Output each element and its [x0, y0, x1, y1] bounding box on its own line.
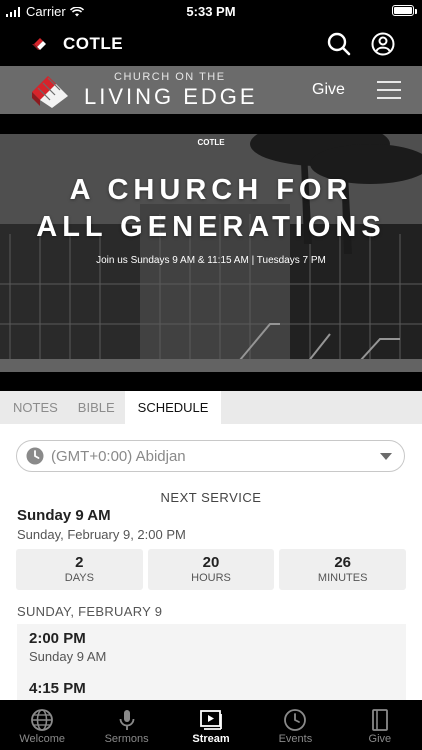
- app-bar: COTLE: [0, 22, 422, 66]
- nav-welcome[interactable]: Welcome: [0, 700, 84, 750]
- app-screen: Carrier 5:33 PM COTLE CHURCH ON THE LIVI…: [0, 0, 422, 750]
- countdown-hours-unit: HOURS: [191, 572, 231, 584]
- countdown-minutes-value: 26: [334, 554, 352, 571]
- nav-label: Events: [278, 733, 313, 745]
- next-service-label: NEXT SERVICE: [160, 490, 262, 505]
- countdown-days-unit: DAYS: [64, 572, 94, 584]
- content-tabs: NOTES BIBLE SCHEDULE: [0, 391, 422, 424]
- battery-icon: [392, 5, 414, 16]
- clock-icon: [26, 447, 44, 465]
- status-bar: Carrier 5:33 PM: [0, 0, 422, 22]
- hamburger-menu-icon[interactable]: [377, 81, 401, 99]
- next-service-date: Sunday, February 9, 2:00 PM: [17, 527, 186, 542]
- nav-give[interactable]: Give: [338, 700, 422, 750]
- give-link[interactable]: Give: [312, 81, 345, 99]
- countdown: 2 DAYS 20 HOURS 26 MINUTES: [16, 549, 407, 590]
- microphone-icon: [119, 710, 135, 730]
- church-name-line2: LIVING EDGE: [84, 84, 258, 109]
- day-header: SUNDAY, FEBRUARY 9: [17, 604, 163, 619]
- service-time: 2:00 PM: [29, 630, 86, 647]
- countdown-hours-value: 20: [202, 554, 220, 571]
- hero-title: A CHURCH FOR ALL GENERATIONS: [0, 172, 422, 246]
- menu-line: [377, 89, 401, 91]
- menu-line: [377, 81, 401, 83]
- nav-label: Sermons: [104, 733, 149, 745]
- church-header: CHURCH ON THE LIVING EDGE Give: [0, 66, 422, 114]
- service-time: 4:15 PM: [29, 680, 86, 697]
- search-icon[interactable]: [326, 31, 352, 57]
- hero-subtitle: Join us Sundays 9 AM & 11:15 AM | Tuesda…: [96, 255, 326, 266]
- stream-icon: [200, 710, 222, 730]
- tab-schedule[interactable]: SCHEDULE: [124, 391, 222, 424]
- status-time: 5:33 PM: [186, 4, 236, 19]
- globe-icon: [31, 709, 54, 731]
- tab-notes[interactable]: NOTES: [0, 391, 68, 424]
- hero-title-line1: A CHURCH FOR: [69, 174, 353, 206]
- hero-title-line2: ALL GENERATIONS: [36, 211, 386, 243]
- nav-label: Stream: [192, 733, 230, 745]
- nav-label: Welcome: [19, 733, 66, 745]
- nav-sermons[interactable]: Sermons: [84, 700, 168, 750]
- list-item[interactable]: 2:00 PM Sunday 9 AM: [17, 624, 406, 674]
- nav-label: Give: [368, 733, 392, 745]
- hero-overlay: [0, 134, 422, 372]
- divider-strip-2: [0, 372, 422, 391]
- church-logo-icon[interactable]: [30, 72, 70, 110]
- divider-strip: [0, 114, 422, 134]
- nav-stream[interactable]: Stream: [169, 700, 253, 750]
- countdown-minutes: 26 MINUTES: [279, 549, 407, 590]
- nav-events[interactable]: Events: [253, 700, 337, 750]
- service-list: 2:00 PM Sunday 9 AM 4:15 PM: [17, 624, 406, 704]
- countdown-minutes-unit: MINUTES: [317, 572, 368, 584]
- hero-banner: COTLE A CHURCH FOR ALL GENERATIONS Join …: [0, 134, 422, 372]
- service-name: Sunday 9 AM: [29, 649, 107, 664]
- tab-bible[interactable]: BIBLE: [68, 391, 125, 424]
- timezone-select[interactable]: (GMT+0:00) Abidjan: [16, 440, 405, 472]
- chevron-down-icon: [380, 453, 392, 460]
- church-name-line1: CHURCH ON THE: [114, 71, 226, 83]
- next-service-name: Sunday 9 AM: [17, 507, 111, 524]
- book-icon: [371, 709, 388, 731]
- timezone-value: (GMT+0:00) Abidjan: [51, 448, 186, 465]
- bottom-nav: Welcome Sermons Stream Events Give: [0, 700, 422, 750]
- clock-icon: [284, 709, 307, 731]
- countdown-days-value: 2: [75, 554, 84, 571]
- hero-tag: COTLE: [197, 138, 225, 147]
- account-icon[interactable]: [370, 31, 396, 57]
- countdown-days: 2 DAYS: [16, 549, 143, 590]
- app-title: COTLE: [63, 34, 124, 53]
- app-logo-icon: [32, 38, 46, 50]
- menu-line: [377, 97, 401, 99]
- countdown-hours: 20 HOURS: [147, 549, 275, 590]
- battery-tip: [415, 9, 417, 14]
